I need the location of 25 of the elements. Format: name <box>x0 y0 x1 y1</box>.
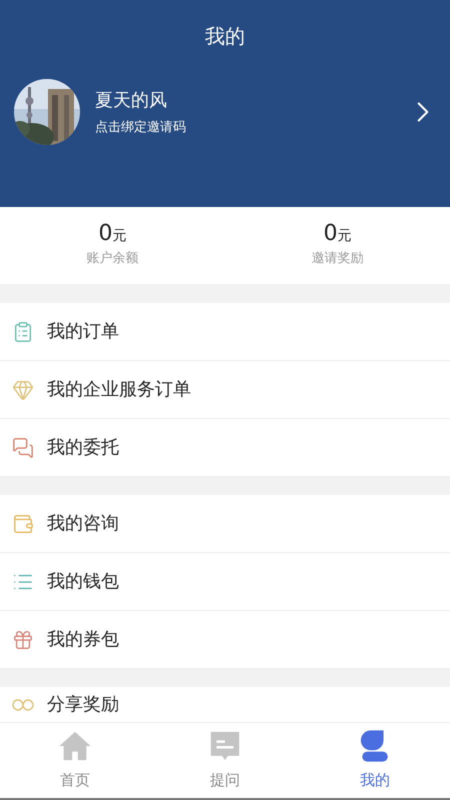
menu-item[interactable]: 分享奖励 <box>0 687 450 722</box>
menu-item[interactable]: 我的订单 <box>0 303 450 361</box>
menu-item[interactable]: 我的委托 <box>0 419 450 477</box>
menu-label: 我的委托 <box>47 436 119 460</box>
menu-label: 我的咨询 <box>47 512 119 536</box>
menu-label: 我的券包 <box>47 628 119 652</box>
menu-label: 我的企业服务订单 <box>47 378 191 402</box>
stat-label: 邀请奖励 <box>312 250 364 268</box>
tab[interactable]: 我的 <box>300 723 450 798</box>
menu-item[interactable]: 我的钱包 <box>0 553 450 611</box>
stat-value: 0元 <box>324 222 352 245</box>
menu-label: 分享奖励 <box>47 693 119 717</box>
stat-value: 0元 <box>98 222 126 245</box>
stat-label: 账户余额 <box>86 250 138 268</box>
invite-code-hint: 点击绑定邀请码 <box>95 118 187 137</box>
menu-label: 我的钱包 <box>47 570 119 594</box>
menu-item[interactable]: 我的券包 <box>0 611 450 669</box>
tab[interactable]: 首页 <box>0 723 150 798</box>
page-title: 我的 <box>205 23 245 50</box>
tab[interactable]: 提问 <box>150 723 300 798</box>
profile-row[interactable]: 夏天的风 点击绑定邀请码 <box>0 79 450 145</box>
user-name: 夏天的风 <box>95 88 168 113</box>
menu-item[interactable]: 我的企业服务订单 <box>0 361 450 419</box>
menu-label: 我的订单 <box>47 320 119 344</box>
menu-item[interactable]: 我的咨询 <box>0 495 450 553</box>
